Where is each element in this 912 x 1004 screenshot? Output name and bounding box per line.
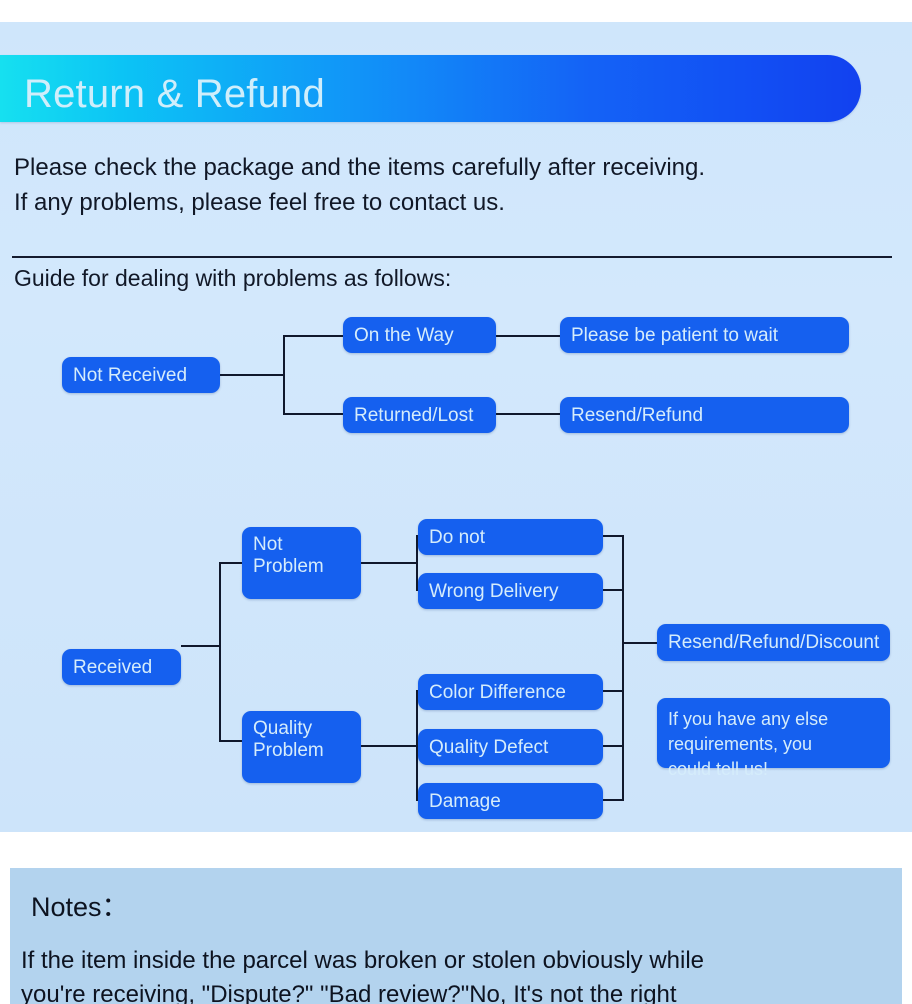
- intro-text: Please check the package and the items c…: [14, 150, 894, 220]
- connector-qualityproblem-out: [361, 745, 418, 747]
- connector-notreceived-stem: [220, 374, 284, 376]
- connector-qualitydefect-out: [601, 745, 624, 747]
- main-card: Return & Refund Please check the package…: [0, 22, 912, 832]
- connector-ontheway-out: [496, 335, 560, 337]
- connector-notproblem-out: [361, 562, 418, 564]
- connector-donot-out: [601, 535, 624, 537]
- node-please-be-patient[interactable]: Please be patient to wait: [560, 317, 849, 353]
- node-quality-defect[interactable]: Quality Defect: [418, 729, 603, 765]
- connector-outcome-out: [622, 642, 657, 644]
- node-not-received[interactable]: Not Received: [62, 357, 220, 393]
- node-on-the-way[interactable]: On the Way: [343, 317, 496, 353]
- connector-received-spine: [219, 562, 221, 742]
- connector-outcome-bracket: [622, 535, 624, 801]
- connector-qualityproblem-in: [219, 740, 242, 742]
- connector-damage-out: [601, 799, 624, 801]
- node-quality-problem[interactable]: Quality Problem: [242, 711, 361, 783]
- notes-line-2: you're receiving, "Dispute?" "Bad review…: [21, 981, 677, 1004]
- section-divider: [12, 256, 892, 258]
- return-refund-page: Return & Refund Please check the package…: [0, 0, 912, 1004]
- connector-returnedlost-in: [283, 413, 343, 415]
- connector-colordifference-out: [601, 690, 624, 692]
- node-wrong-delivery[interactable]: Wrong Delivery: [418, 573, 603, 609]
- node-resend-refund-discount[interactable]: Resend/Refund/Discount: [657, 624, 890, 661]
- notes-line-1: If the item inside the parcel was broken…: [21, 947, 705, 974]
- node-returned-lost[interactable]: Returned/Lost: [343, 397, 496, 433]
- connector-received-stem: [181, 645, 221, 647]
- node-not-problem[interactable]: Not Problem: [242, 527, 361, 599]
- connector-notreceived-spine: [283, 335, 285, 415]
- node-received[interactable]: Received: [62, 649, 181, 685]
- connector-returnedlost-out: [496, 413, 560, 415]
- notes-body: If the item inside the parcel was broken…: [21, 944, 891, 1004]
- notes-card: Notes： If the item inside the parcel was…: [10, 868, 902, 1004]
- node-color-difference[interactable]: Color Difference: [418, 674, 603, 710]
- guide-heading: Guide for dealing with problems as follo…: [14, 265, 452, 291]
- page-title: Return & Refund: [24, 72, 325, 116]
- intro-line-2: If any problems, please feel free to con…: [14, 189, 505, 216]
- connector-ontheway-in: [283, 335, 343, 337]
- node-do-not[interactable]: Do not: [418, 519, 603, 555]
- intro-line-1: Please check the package and the items c…: [14, 154, 706, 181]
- node-damage[interactable]: Damage: [418, 783, 603, 819]
- node-other-requirements[interactable]: If you have any else requirements, you c…: [657, 698, 890, 779]
- connector-notproblem-in: [219, 562, 242, 564]
- connector-wrongdelivery-out: [601, 589, 624, 591]
- node-resend-refund[interactable]: Resend/Refund: [560, 397, 849, 433]
- notes-title: Notes：: [31, 892, 129, 922]
